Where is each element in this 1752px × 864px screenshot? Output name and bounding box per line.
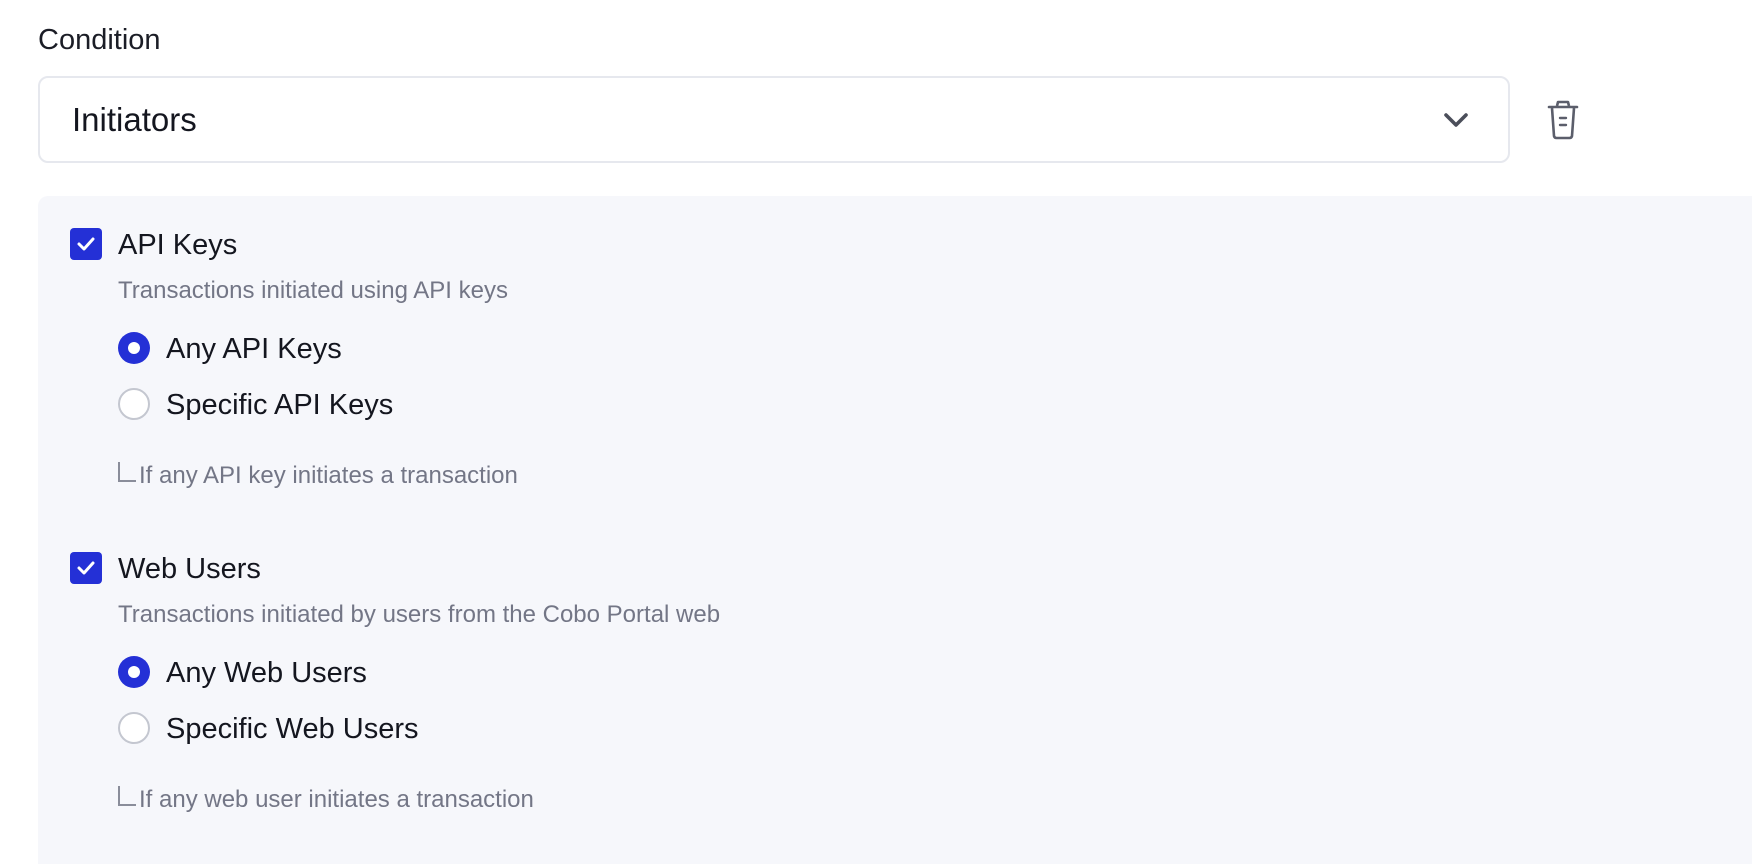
chevron-down-icon[interactable]	[1442, 110, 1470, 130]
api-keys-checkbox[interactable]	[70, 228, 102, 260]
web-users-hint-text: If any web user initiates a transaction	[139, 786, 534, 813]
any-web-users-radio[interactable]	[118, 656, 150, 688]
web-users-description: Transactions initiated by users from the…	[118, 601, 721, 628]
any-api-keys-label[interactable]: Any API Keys	[166, 330, 342, 368]
checkmark-icon	[77, 561, 95, 575]
api-keys-description: Transactions initiated using API keys	[118, 277, 508, 304]
branch-corner-icon	[118, 462, 136, 482]
api-keys-hint-text: If any API key initiates a transaction	[139, 462, 518, 489]
specific-api-keys-radio[interactable]	[118, 388, 150, 420]
specific-web-users-label[interactable]: Specific Web Users	[166, 710, 419, 748]
specific-web-users-radio[interactable]	[118, 712, 150, 744]
branch-corner-icon	[118, 786, 136, 806]
any-api-keys-radio[interactable]	[118, 332, 150, 364]
initiators-panel: API Keys Transactions initiated using AP…	[38, 196, 1752, 864]
condition-select[interactable]: Initiators	[38, 76, 1510, 163]
trash-icon[interactable]	[1545, 100, 1581, 140]
web-users-title: Web Users	[118, 553, 261, 585]
specific-api-keys-label[interactable]: Specific API Keys	[166, 386, 393, 424]
condition-select-value: Initiators	[72, 101, 197, 138]
any-web-users-label[interactable]: Any Web Users	[166, 654, 367, 692]
checkmark-icon	[77, 237, 95, 251]
api-keys-title: API Keys	[118, 229, 238, 261]
condition-editor: Condition Initiators API Keys Transactio…	[0, 0, 1752, 864]
condition-label: Condition	[38, 24, 161, 56]
web-users-checkbox[interactable]	[70, 552, 102, 584]
